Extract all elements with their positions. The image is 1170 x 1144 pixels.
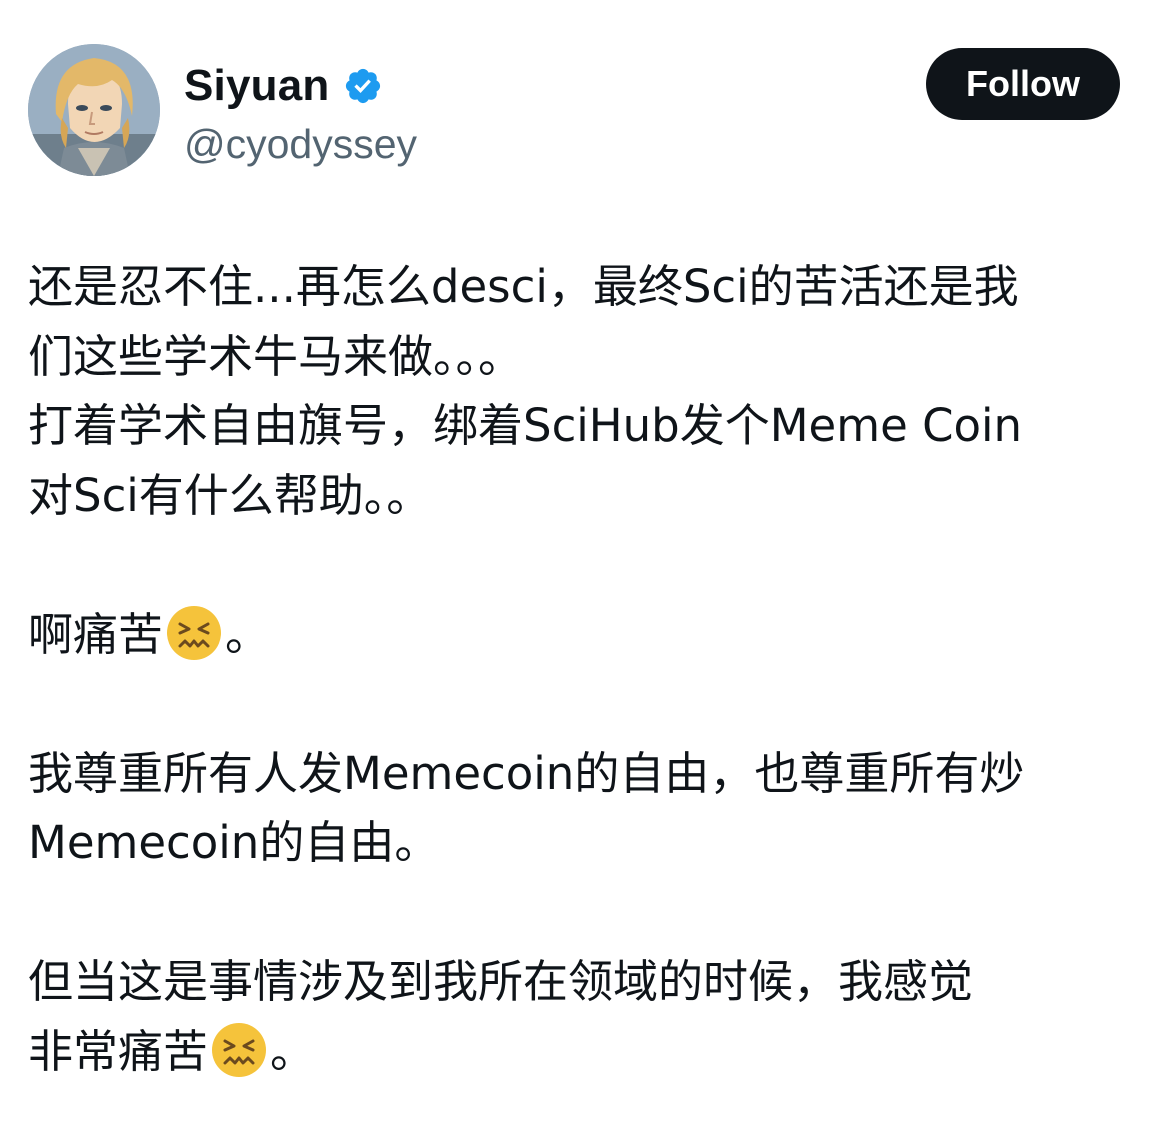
tweet-line-1: 还是忍不住...再怎么desci，最终Sci的苦活还是我	[28, 260, 1019, 313]
confounded-face-emoji-icon	[165, 604, 223, 662]
tweet-line-9: 非常痛苦 。	[28, 1017, 1142, 1087]
tweet-line-5-end: 。	[225, 607, 271, 661]
tweet-line-2: 们这些学术牛马来做。。。	[28, 329, 524, 383]
tweet-line-6: 我尊重所有人发Memecoin的自由，也尊重所有炒	[28, 746, 1025, 800]
follow-button[interactable]: Follow	[926, 48, 1120, 120]
tweet-line-5: 啊痛苦 。	[28, 600, 1142, 670]
user-handle[interactable]: @cyodyssey	[184, 116, 417, 172]
tweet-line-3: 打着学术自由旗号，绑着SciHub发个Meme Coin	[28, 399, 1023, 452]
confounded-face-emoji-icon	[210, 1021, 268, 1079]
tweet-line-5-text: 啊痛苦	[28, 607, 164, 661]
verified-badge-icon[interactable]	[343, 66, 383, 106]
tweet-line-7: Memecoin的自由。	[28, 816, 440, 869]
name-row: Siyuan	[184, 58, 383, 114]
display-name[interactable]: Siyuan	[184, 58, 329, 114]
tweet-header: Siyuan @cyodyssey Follow	[28, 44, 1120, 180]
tweet-line-9-text: 非常痛苦	[28, 1024, 209, 1078]
tweet-line-9-end: 。	[270, 1024, 316, 1078]
avatar-portrait-icon	[28, 44, 160, 176]
avatar[interactable]	[28, 44, 160, 176]
tweet-line-4: 对Sci有什么帮助。。	[28, 468, 432, 522]
tweet-text: 还是忍不住...再怎么desci，最终Sci的苦活还是我 们这些学术牛马来做。。…	[28, 252, 1142, 1086]
tweet-line-8: 但当这是事情涉及到我所在领域的时候，我感觉	[28, 955, 974, 1008]
